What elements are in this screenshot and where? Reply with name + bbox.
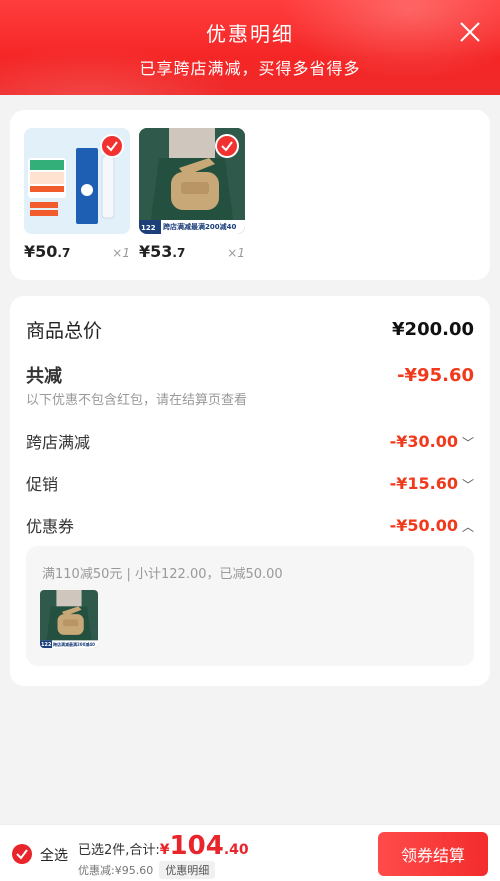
select-all-label[interactable]: 全选 bbox=[40, 845, 68, 865]
checkout-bar: 全选 已选2件,合计: ¥104.40 优惠减:¥95.60 优惠明细 领券结算 bbox=[0, 824, 500, 881]
discount-label: 跨店满减 bbox=[26, 433, 91, 452]
header: 优惠明细 已享跨店满减，买得多省得多 bbox=[0, 0, 500, 95]
coupon-info: 满110减50元 | 小计122.00，已减50.00 bbox=[42, 567, 283, 582]
discount-row-coupon[interactable]: 优惠券 -¥50.00 ︿ bbox=[26, 513, 474, 537]
discount-details-card: 商品总价 ¥200.00 共减 -¥95.60 以下优惠不包含红包，请在结算页查… bbox=[10, 296, 490, 686]
banner-text: 跨店满减最满200减40 bbox=[53, 642, 95, 647]
order-summary: 已选2件,合计: ¥104.40 bbox=[78, 831, 249, 861]
product-item[interactable]: ¥50.7 ×1 bbox=[24, 128, 130, 261]
total-price-label: 商品总价 bbox=[26, 320, 103, 342]
selected-check-icon[interactable] bbox=[215, 134, 239, 158]
coupon-detail-box: 满110减50元 | 小计122.00，已减50.00 122 跨店满减最满20… bbox=[26, 546, 474, 666]
page-title: 优惠明细 bbox=[206, 22, 294, 46]
discount-detail-tag[interactable]: 优惠明细 bbox=[159, 861, 216, 879]
discount-row-cross-store[interactable]: 跨店满减 -¥30.00 ﹀ bbox=[26, 429, 474, 453]
product-price: ¥50.7 bbox=[24, 242, 71, 261]
summary-prefix: 已选2件,合计: bbox=[78, 843, 160, 858]
reduced-amount: 优惠减:¥95.60 bbox=[78, 864, 154, 877]
total-reduce-value: -¥95.60 bbox=[397, 364, 474, 386]
product-picture bbox=[40, 590, 98, 648]
checkout-button[interactable]: 领券结算 bbox=[378, 832, 488, 876]
banner-text: 跨店满减最满200减40 bbox=[163, 223, 237, 231]
chevron-up-icon[interactable]: ︿ bbox=[462, 518, 474, 535]
banner-price: 122 bbox=[141, 224, 156, 232]
discount-label: 优惠券 bbox=[26, 517, 75, 536]
discount-note: 以下优惠不包含红包，请在结算页查看 bbox=[26, 393, 248, 408]
product-image[interactable] bbox=[24, 128, 130, 234]
product-quantity: ×1 bbox=[227, 246, 245, 260]
page-subtitle: 已享跨店满减，买得多省得多 bbox=[139, 59, 361, 78]
total-price-value: ¥200.00 bbox=[392, 319, 474, 340]
discount-value: -¥50.00 ︿ bbox=[389, 515, 474, 535]
product-quantity: ×1 bbox=[112, 246, 130, 260]
product-image[interactable]: 122 跨店满减最满200减40 bbox=[139, 128, 245, 234]
chevron-down-icon[interactable]: ﹀ bbox=[462, 476, 474, 493]
selected-check-icon[interactable] bbox=[100, 134, 124, 158]
discount-row-promotion[interactable]: 促销 -¥15.60 ﹀ bbox=[26, 471, 474, 495]
banner-price: 122 bbox=[41, 642, 52, 648]
products-card: ¥50.7 ×1 122 跨店满减最满200减40 ¥53.7 ×1 bbox=[10, 110, 490, 280]
coupon-product-thumbnail[interactable]: 122 跨店满减最满200减40 bbox=[40, 590, 98, 648]
product-price: ¥53.7 bbox=[139, 242, 186, 261]
discount-value: -¥15.60 ﹀ bbox=[389, 473, 474, 493]
select-all-check-icon[interactable] bbox=[12, 844, 32, 864]
total-reduce-label: 共减 bbox=[26, 366, 62, 387]
order-total: ¥104.40 bbox=[159, 831, 249, 861]
chevron-down-icon[interactable]: ﹀ bbox=[462, 434, 474, 451]
close-icon[interactable] bbox=[458, 20, 482, 44]
discount-value: -¥30.00 ﹀ bbox=[389, 431, 474, 451]
discount-label: 促销 bbox=[26, 475, 59, 494]
product-item[interactable]: 122 跨店满减最满200减40 ¥53.7 ×1 bbox=[139, 128, 245, 261]
